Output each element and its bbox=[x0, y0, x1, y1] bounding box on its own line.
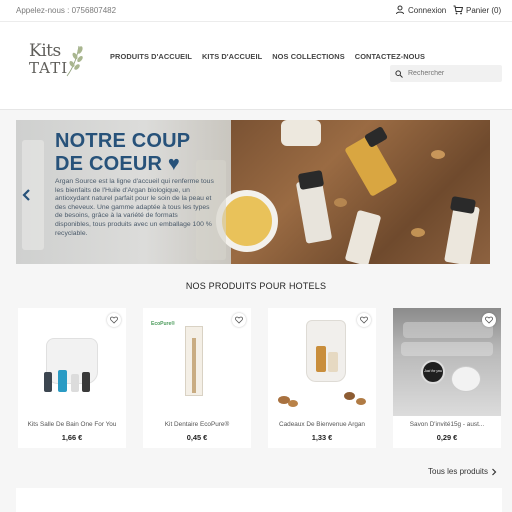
bottle-shape bbox=[71, 374, 79, 392]
search-icon[interactable] bbox=[395, 69, 403, 78]
bottle-shape bbox=[58, 370, 67, 392]
search-input[interactable] bbox=[408, 70, 498, 77]
soap-label: Just for you bbox=[423, 369, 443, 373]
product-card[interactable]: EcoPure® Kit Dentaire EcoPure® 0,45 € bbox=[143, 308, 251, 448]
product-name[interactable]: Kits Salle De Bain One For You bbox=[18, 421, 126, 428]
logo[interactable]: Kits TATI bbox=[27, 38, 83, 82]
toothbrush-shape bbox=[192, 338, 196, 393]
wishlist-button[interactable] bbox=[107, 313, 121, 327]
search-box bbox=[390, 65, 502, 82]
product-price: 0,29 € bbox=[436, 433, 458, 442]
towel-shape bbox=[401, 342, 493, 356]
heart-icon bbox=[110, 316, 118, 324]
chevron-left-icon bbox=[22, 189, 30, 201]
hero-title-line2: DE COEUR ♥ bbox=[55, 153, 180, 175]
cart-icon bbox=[453, 5, 463, 15]
bottle-shape bbox=[316, 346, 326, 372]
next-slide-button[interactable] bbox=[488, 188, 490, 200]
argan-nut bbox=[411, 228, 425, 237]
product-name[interactable]: Savon D'invité15g - aust... bbox=[393, 421, 501, 428]
product-name[interactable]: Kit Dentaire EcoPure® bbox=[143, 421, 251, 428]
heart-icon bbox=[360, 316, 368, 324]
hero-title: NOTRE COUP DE COEUR ♥ bbox=[55, 130, 190, 176]
bottle-shape bbox=[328, 352, 338, 372]
top-bar: Appelez-nous : 0756807482 Connexion Pani… bbox=[0, 0, 512, 22]
wishlist-button[interactable] bbox=[357, 313, 371, 327]
bottle-shape bbox=[444, 203, 480, 264]
hero-title-line1: NOTRE COUP bbox=[55, 130, 191, 152]
product-grid: Kits Salle De Bain One For You 1,66 € Ec… bbox=[18, 308, 501, 448]
argan-nut bbox=[334, 198, 347, 207]
hero-text: Argan Source est la ligne d'accueil qui … bbox=[55, 178, 214, 237]
main-nav: PRODUITS D'ACCUEIL KITS D'ACCUEIL NOS CO… bbox=[110, 52, 425, 61]
bottle-shape bbox=[82, 372, 90, 392]
bottle-shape bbox=[44, 372, 52, 392]
leaf-icon bbox=[66, 45, 83, 77]
all-products-label: Tous les produits bbox=[428, 467, 489, 476]
product-image-label: EcoPure® bbox=[151, 321, 175, 327]
site-header: Kits TATI PRODUITS D'ACCUEIL KITS D'ACCU… bbox=[0, 22, 512, 110]
product-name[interactable]: Cadeaux De Bienvenue Argan bbox=[268, 421, 376, 428]
argan-nut bbox=[344, 392, 355, 400]
all-products-link[interactable]: Tous les produits bbox=[428, 467, 497, 476]
login-label: Connexion bbox=[408, 5, 447, 15]
hero-product-image bbox=[216, 120, 490, 264]
prev-slide-button[interactable] bbox=[22, 188, 32, 201]
product-card[interactable]: Cadeaux De Bienvenue Argan 1,33 € bbox=[268, 308, 376, 448]
product-card[interactable]: Just for you Savon D'invité15g - aust...… bbox=[393, 308, 501, 448]
nav-item-collections[interactable]: NOS COLLECTIONS bbox=[272, 52, 345, 61]
logo-line1: Kits bbox=[29, 41, 61, 61]
argan-nut bbox=[356, 398, 366, 405]
product-card[interactable]: Kits Salle De Bain One For You 1,66 € bbox=[18, 308, 126, 448]
wishlist-button[interactable] bbox=[482, 313, 496, 327]
product-price: 0,45 € bbox=[186, 433, 208, 442]
chevron-right-icon bbox=[488, 189, 490, 201]
login-link[interactable]: Connexion bbox=[395, 5, 446, 15]
cart-link[interactable]: Panier (0) bbox=[453, 5, 501, 15]
nav-item-produits[interactable]: PRODUITS D'ACCUEIL bbox=[110, 52, 192, 61]
heart-icon bbox=[235, 316, 243, 324]
argan-nut bbox=[288, 400, 298, 407]
nav-item-contact[interactable]: CONTACTEZ-NOUS bbox=[355, 52, 425, 61]
section-title: NOS PRODUITS POUR HOTELS bbox=[185, 281, 327, 291]
product-price: 1,66 € bbox=[61, 433, 83, 442]
phone-text: Appelez-nous : 0756807482 bbox=[16, 6, 117, 15]
wishlist-button[interactable] bbox=[232, 313, 246, 327]
nav-item-kits[interactable]: KITS D'ACCUEIL bbox=[202, 52, 262, 61]
product-price: 1,33 € bbox=[311, 433, 333, 442]
organza-bag bbox=[306, 320, 346, 382]
heart-icon bbox=[485, 316, 493, 324]
argan-nut bbox=[431, 150, 445, 159]
chevron-right-icon bbox=[492, 468, 497, 475]
soap-box bbox=[451, 366, 481, 392]
user-icon bbox=[396, 5, 404, 15]
bottle-shape bbox=[344, 209, 382, 264]
next-section bbox=[16, 488, 502, 512]
cart-label: Panier (0) bbox=[466, 5, 502, 15]
towel-shape bbox=[403, 322, 493, 338]
hero-slider: NOTRE COUP DE COEUR ♥ Argan Source est la… bbox=[16, 120, 490, 264]
jar-shape bbox=[281, 120, 321, 146]
